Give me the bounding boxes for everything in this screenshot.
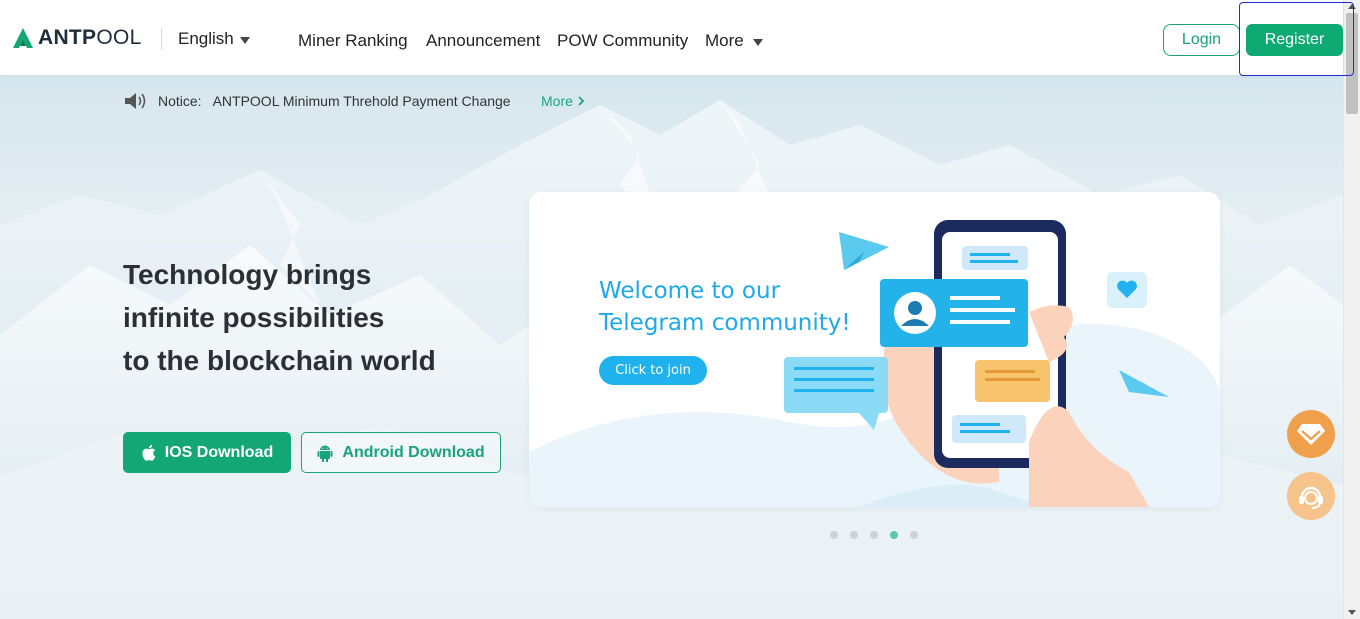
nav-label: POW Community bbox=[557, 31, 689, 50]
scroll-thumb[interactable] bbox=[1346, 13, 1358, 114]
notice-text[interactable]: ANTPOOL Minimum Threhold Payment Change bbox=[213, 93, 511, 109]
nav-label: Miner Ranking bbox=[298, 31, 408, 50]
chevron-down-icon bbox=[239, 36, 250, 44]
telegram-illustration bbox=[529, 220, 1220, 507]
apple-icon bbox=[141, 444, 156, 461]
page-scrollbar[interactable] bbox=[1343, 0, 1360, 619]
headline-line: infinite possibilities bbox=[123, 302, 385, 333]
support-headset-icon bbox=[1299, 486, 1323, 509]
android-download-label: Android Download bbox=[342, 443, 485, 461]
join-telegram-button[interactable]: Click to join bbox=[599, 356, 707, 385]
vip-diamond-icon bbox=[1297, 424, 1325, 445]
antpool-logo[interactable]: ANTPOOL bbox=[12, 26, 142, 50]
hero-section: Notice: ANTPOOL Minimum Threhold Payment… bbox=[0, 75, 1343, 619]
notice-label: Notice: bbox=[158, 93, 202, 109]
ios-download-label: IOS Download bbox=[164, 443, 274, 461]
banner-title: Welcome to our Telegram community! bbox=[599, 275, 851, 339]
antpool-logo-icon bbox=[13, 28, 33, 48]
banner-title-line: Telegram community! bbox=[599, 310, 851, 336]
logo-text: ANTPOOL bbox=[38, 26, 142, 49]
nav-pow-community[interactable]: POW Community bbox=[557, 31, 688, 51]
vip-float-button[interactable] bbox=[1287, 410, 1335, 458]
header-divider bbox=[161, 28, 162, 50]
notice-more-label: More bbox=[541, 93, 573, 109]
notice-more-link[interactable]: More bbox=[541, 93, 585, 109]
carousel-dot-active[interactable] bbox=[890, 531, 898, 539]
telegram-banner[interactable]: Welcome to our Telegram community! Click… bbox=[529, 192, 1220, 507]
nav-more[interactable]: More bbox=[705, 31, 763, 51]
support-float-button[interactable] bbox=[1287, 472, 1335, 520]
chevron-right-icon bbox=[578, 96, 585, 106]
nav-miner-ranking[interactable]: Miner Ranking bbox=[298, 31, 408, 51]
android-icon bbox=[317, 444, 333, 462]
language-label: English bbox=[178, 29, 234, 48]
login-button[interactable]: Login bbox=[1163, 24, 1240, 56]
speaker-icon bbox=[125, 93, 146, 109]
ios-download-button[interactable]: IOS Download bbox=[123, 432, 291, 473]
notice-bar: Notice: ANTPOOL Minimum Threhold Payment… bbox=[124, 92, 585, 110]
language-selector[interactable]: English bbox=[178, 29, 250, 49]
chevron-down-icon bbox=[752, 38, 763, 46]
scroll-down-arrow-icon[interactable] bbox=[1348, 610, 1356, 615]
carousel-dot[interactable] bbox=[850, 531, 858, 539]
carousel-dots bbox=[830, 531, 918, 539]
top-navbar: ANTPOOL English Miner Ranking Announceme… bbox=[0, 0, 1343, 75]
android-download-button[interactable]: Android Download bbox=[301, 432, 501, 473]
register-button[interactable]: Register bbox=[1246, 24, 1343, 56]
carousel-dot[interactable] bbox=[910, 531, 918, 539]
hero-headline: Technology brings infinite possibilities… bbox=[123, 253, 436, 382]
nav-label: Announcement bbox=[426, 31, 541, 50]
headline-line: Technology brings bbox=[123, 259, 372, 290]
carousel-dot[interactable] bbox=[870, 531, 878, 539]
carousel-dot[interactable] bbox=[830, 531, 838, 539]
nav-announcement[interactable]: Announcement bbox=[426, 31, 540, 51]
headline-line: to the blockchain world bbox=[123, 345, 436, 376]
nav-label: More bbox=[705, 31, 744, 50]
banner-title-line: Welcome to our bbox=[599, 278, 781, 304]
scroll-up-arrow-icon[interactable] bbox=[1348, 4, 1356, 9]
